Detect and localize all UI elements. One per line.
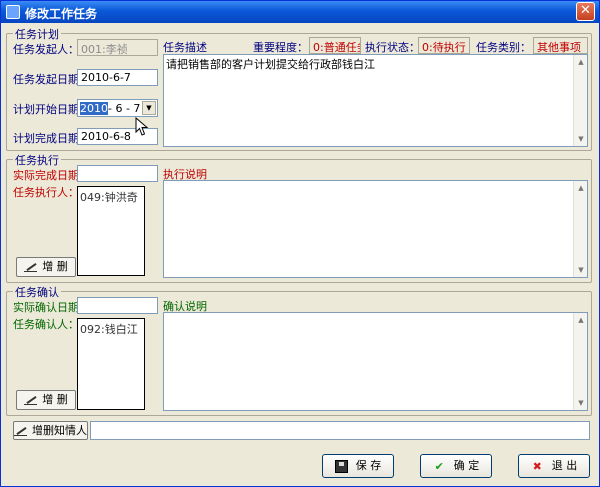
modify-task-dialog: 修改工作任务 ✕ 任务计划 任务发起人： 001:李祯 任务发起日期： 2010… [0, 0, 600, 487]
scroll-up-icon[interactable]: ▲ [575, 314, 587, 326]
execution-group-title: 任务执行 [13, 152, 61, 168]
save-button[interactable]: 保 存 [322, 454, 394, 478]
executor-list[interactable]: 049:钟洪奇 [77, 186, 145, 276]
pen-icon [24, 395, 38, 405]
exec-status-label: 执行状态： [365, 41, 420, 54]
confirm-group-title: 任务确认 [13, 284, 61, 300]
task-description-textarea[interactable]: 请把销售部的客户计划提交给行政部钱白江 ▲ ▼ [163, 54, 588, 147]
executor-label: 任务执行人： [13, 186, 79, 199]
save-label: 保 存 [355, 459, 382, 472]
exec-note-textarea[interactable]: ▲ ▼ [163, 180, 588, 278]
app-icon [6, 5, 20, 19]
exec-actual-date-field[interactable] [77, 165, 158, 182]
scroll-up-icon[interactable]: ▲ [575, 182, 587, 194]
importance-label: 重要程度： [253, 41, 308, 54]
title-bar[interactable]: 修改工作任务 ✕ [1, 1, 599, 23]
exit-icon: ✖ [532, 459, 542, 473]
confirm-actual-date-field[interactable] [77, 297, 158, 314]
scroll-up-icon[interactable]: ▲ [575, 56, 587, 68]
pen-icon [14, 426, 28, 436]
confirm-note-textarea[interactable]: ▲ ▼ [163, 312, 588, 411]
notify-edit-label: 增删知情人 [32, 424, 87, 437]
checkmark-icon: ✔ [434, 459, 444, 473]
executor-edit-label: 增 删 [42, 260, 68, 273]
ok-button[interactable]: ✔ 确 定 [420, 454, 492, 478]
start-date-field[interactable]: 2010-6-7 [77, 69, 158, 86]
plan-group: 任务计划 任务发起人： 001:李祯 任务发起日期： 2010-6-7 计划开始… [6, 26, 592, 151]
desc-label: 任务描述 [163, 41, 207, 54]
execution-group: 任务执行 实际完成日期： 任务执行人： 049:钟洪奇 增 删 执行说明 ▲ ▼ [6, 152, 592, 283]
floppy-disk-icon [334, 459, 348, 473]
plan-group-title: 任务计划 [13, 26, 61, 42]
importance-field: 0:普通任务 [309, 37, 361, 54]
executor-edit-button[interactable]: 增 删 [16, 257, 76, 277]
confirm-group: 任务确认 实际确认日期： 任务确认人： 092:钱白江 增 删 确认说明 ▲ ▼ [6, 284, 592, 416]
scroll-down-icon[interactable]: ▼ [575, 397, 587, 409]
category-label: 任务类别： [476, 41, 531, 54]
initiator-label: 任务发起人： [13, 43, 79, 56]
ok-label: 确 定 [453, 459, 480, 472]
exit-label: 退 出 [551, 459, 578, 472]
confirmer-edit-button[interactable]: 增 删 [16, 390, 76, 410]
window-title: 修改工作任务 [25, 7, 98, 21]
scroll-down-icon[interactable]: ▼ [575, 264, 587, 276]
mouse-cursor-icon [135, 117, 149, 136]
exit-button[interactable]: ✖ 退 出 [518, 454, 590, 478]
confirmer-edit-label: 增 删 [42, 393, 68, 406]
exec-note-scrollbar[interactable]: ▲ ▼ [573, 181, 587, 277]
plan-start-rest: - 6 - 7 [108, 102, 141, 115]
plan-start-selected: 2010 [80, 102, 108, 115]
list-item[interactable]: 049:钟洪奇 [80, 189, 138, 205]
plan-start-date-picker[interactable]: 2010- 6 - 7 ▼ [77, 99, 158, 117]
chevron-down-icon[interactable]: ▼ [142, 101, 156, 115]
pen-icon [24, 262, 38, 272]
close-button[interactable]: ✕ [576, 2, 595, 21]
notify-edit-button[interactable]: 增删知情人 [13, 421, 88, 440]
desc-scrollbar[interactable]: ▲ ▼ [573, 55, 587, 146]
notify-field[interactable] [90, 421, 590, 440]
dialog-body: 任务计划 任务发起人： 001:李祯 任务发起日期： 2010-6-7 计划开始… [4, 24, 596, 485]
list-item[interactable]: 092:钱白江 [80, 321, 138, 337]
confirm-note-scrollbar[interactable]: ▲ ▼ [573, 313, 587, 410]
scroll-down-icon[interactable]: ▼ [575, 133, 587, 145]
category-field: 其他事项 [533, 37, 588, 54]
task-description-text: 请把销售部的客户计划提交给行政部钱白江 [166, 58, 375, 71]
initiator-field: 001:李祯 [77, 39, 158, 56]
confirmer-list[interactable]: 092:钱白江 [77, 318, 145, 410]
confirmer-label: 任务确认人： [13, 318, 79, 331]
exec-status-field: 0:待执行 [418, 37, 470, 54]
